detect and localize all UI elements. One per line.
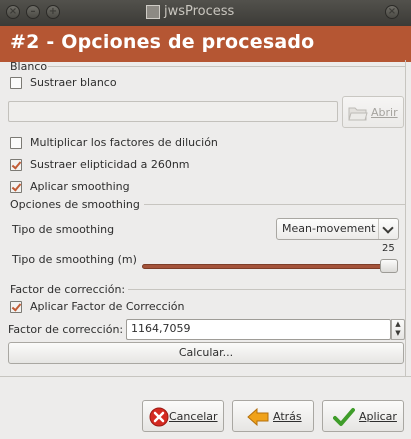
maximize-window-icon[interactable]: + <box>46 5 60 19</box>
smoothing-window-slider-handle[interactable] <box>380 259 398 273</box>
content-right-border <box>405 60 406 376</box>
smoothing-window-slider-track[interactable] <box>142 264 398 269</box>
minimize-window-icon[interactable]: – <box>26 5 40 19</box>
blanco-group-label: Blanco <box>10 60 48 73</box>
cancel-icon <box>149 407 169 427</box>
checkmark-icon <box>333 408 355 426</box>
open-file-label: Abrir <box>371 106 398 119</box>
app-icon <box>146 5 160 19</box>
apply-button[interactable]: Aplicar <box>322 400 404 432</box>
smoothing-group-label: Opciones de smoothing <box>10 198 140 211</box>
subtract-ellipticity-label: Sustraer elipticidad a 260nm <box>30 158 190 171</box>
apply-smoothing-checkbox[interactable] <box>10 181 22 193</box>
close-window-icon[interactable]: × <box>6 5 20 19</box>
window-titlebar: × – + jwsProcess × <box>0 0 411 26</box>
correction-factor-input[interactable]: 1164,7059 <box>126 319 391 340</box>
subtract-blank-label: Sustraer blanco <box>30 76 117 89</box>
window-title: jwsProcess <box>164 4 235 19</box>
multiply-dilution-label: Multiplicar los factores de dilución <box>30 136 218 149</box>
correction-group-divider <box>128 289 405 290</box>
spin-down-icon[interactable]: ▼ <box>392 329 404 338</box>
close-window-right-icon[interactable]: × <box>385 5 399 19</box>
smoothing-type-value: Mean-movement <box>282 222 376 235</box>
back-label: Atrás <box>273 410 302 423</box>
back-button[interactable]: Atrás <box>232 400 314 432</box>
calculate-button[interactable]: Calcular... <box>8 342 404 364</box>
smoothing-window-label: Tipo de smoothing (m) <box>12 253 137 266</box>
blanco-group-divider <box>48 66 405 67</box>
apply-smoothing-label: Aplicar smoothing <box>30 180 130 193</box>
smoothing-type-select[interactable]: Mean-movement <box>276 218 399 240</box>
page-header: #2 - Opciones de procesado <box>0 26 411 62</box>
apply-correction-label: Aplicar Factor de Corrección <box>30 300 185 313</box>
cancel-label: Cancelar <box>169 410 218 423</box>
smoothing-group-divider <box>144 204 405 205</box>
subtract-blank-checkbox[interactable] <box>10 77 22 89</box>
open-file-button[interactable]: Abrir <box>342 96 404 128</box>
arrow-left-icon <box>247 408 269 426</box>
footer-divider <box>0 376 411 377</box>
chevron-down-icon <box>378 219 398 239</box>
correction-factor-spinner[interactable]: ▲ ▼ <box>391 319 405 340</box>
smoothing-window-value: 25 <box>382 243 395 254</box>
spin-up-icon[interactable]: ▲ <box>392 320 404 329</box>
folder-open-icon <box>348 107 368 121</box>
smoothing-type-label: Tipo de smoothing <box>12 223 115 236</box>
correction-factor-label: Factor de corrección: <box>8 323 124 336</box>
subtract-ellipticity-checkbox[interactable] <box>10 159 22 171</box>
cancel-button[interactable]: Cancelar <box>142 400 224 432</box>
blank-file-input[interactable] <box>8 101 338 122</box>
page-title: #2 - Opciones de procesado <box>10 31 315 53</box>
correction-group-label: Factor de corrección: <box>10 283 126 296</box>
multiply-dilution-checkbox[interactable] <box>10 137 22 149</box>
apply-label: Aplicar <box>359 410 397 423</box>
apply-correction-checkbox[interactable] <box>10 301 22 313</box>
